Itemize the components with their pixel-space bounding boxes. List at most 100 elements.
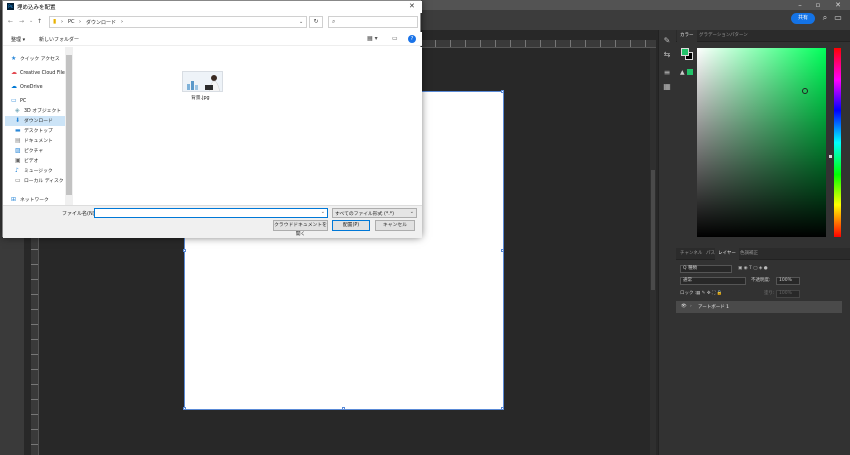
search-icon[interactable]: ⌕ [820,13,830,23]
address-dropdown-icon[interactable]: ⌄ [299,19,303,25]
layers-panel: チャンネル パス レイヤー 色調補正 Q 種類 ▣ ◉ T ▢ ◈ ● 通常 不… [676,248,850,455]
grid-icon[interactable]: ▦ [661,82,673,91]
layer-filter-select[interactable]: Q 種類 [680,265,732,273]
tab-layers[interactable]: レイヤー [715,248,739,260]
nav-downloads[interactable]: ⬇ ダウンロード [5,116,65,126]
layer-filter-icons[interactable]: ▣ ◉ T ▢ ◈ ● [738,264,768,273]
filetype-value: すべてのファイル形式 (*.*) [335,212,395,217]
download-icon: ⬇ [15,117,21,124]
help-icon[interactable]: ? [408,35,416,43]
cloud-icon: ☁ [11,69,17,76]
nav-music[interactable]: ♪ ミュージック [15,166,53,176]
disk-icon: ▭ [15,177,21,184]
preview-pane-icon[interactable]: ▭ [392,35,398,42]
blend-mode-select[interactable]: 通常 [680,277,746,285]
color-tabbar: カラー グラデーション パターン [676,30,850,42]
search-input[interactable]: ⌕ [328,16,418,28]
forward-arrow-icon[interactable]: → [19,18,24,25]
layer-row[interactable]: 👁 › アートボード 1 [676,301,842,313]
new-folder-button[interactable]: 新しいフォルダー [39,36,79,43]
place-button[interactable]: 配置(P) [332,220,370,231]
nav-documents[interactable]: ▤ ドキュメント [15,136,53,146]
video-icon: ▣ [15,157,21,164]
tab-channels[interactable]: チャンネル [677,248,705,260]
nav-3d-objects[interactable]: ◈ 3D オブジェクト [15,106,61,116]
breadcrumb-pc[interactable]: PC [68,19,75,25]
nav-videos[interactable]: ▣ ビデオ [15,156,38,166]
dialog-titlebar[interactable] [3,1,422,13]
nav-creative-cloud[interactable]: ☁ Creative Cloud Files [11,68,67,78]
transform-handle[interactable] [183,407,186,410]
transform-handle[interactable] [501,90,504,93]
nav-onedrive[interactable]: ☁ OneDrive [11,82,43,92]
opacity-label: 不透明度: [751,278,771,283]
fill-input[interactable]: 100% [776,290,800,298]
transform-handle[interactable] [501,249,504,252]
color-picker-ring[interactable] [802,88,808,94]
minimize-icon[interactable]: – [792,0,808,10]
panel-dock [658,30,676,455]
open-cloud-document-button[interactable]: クラウドドキュメントを開く [273,220,328,237]
nav-local-disk[interactable]: ▭ ローカル ディスク (C [15,176,70,186]
window-close-icon[interactable]: ✕ [830,0,846,10]
search-icon: ⌕ [332,18,336,25]
file-list[interactable] [74,47,422,205]
place-embedded-dialog: Ps 埋め込みを配置 ✕ ← → ⌄ ↑ ▮ › PC › ダウンロード › ⌄… [2,0,422,238]
nav-network[interactable]: ⊞ ネットワーク [11,195,49,205]
web-safe-swatch[interactable] [687,69,693,75]
organize-button[interactable]: 整理 ▾ [11,36,25,43]
paragraph-icon[interactable]: ≡ [661,68,673,77]
horizontal-ruler [421,40,656,48]
navigation-pane: ★ クイック アクセス ☁ Creative Cloud Files ☁ OneDri… [3,47,73,205]
transform-handle[interactable] [183,249,186,252]
hue-slider-marker[interactable] [829,155,832,158]
nav-desktop[interactable]: ▬ デスクトップ [15,126,53,136]
maximize-icon[interactable]: ▫ [810,0,826,10]
lock-icons[interactable]: ▦ ✎ ✥ ⛶ 🔒 [696,289,722,298]
fill-label: 塗り: [764,291,775,296]
onedrive-icon: ☁ [11,83,17,90]
breadcrumb-downloads[interactable]: ダウンロード [86,19,116,26]
layer-name[interactable]: アートボード 1 [698,304,729,310]
recent-chevron-icon[interactable]: ⌄ [29,18,33,24]
expand-chevron-icon[interactable]: › [690,304,692,309]
network-icon: ⊞ [11,196,17,203]
brush-icon[interactable]: ✎ [661,36,673,45]
refresh-icon[interactable]: ↻ [309,16,323,28]
filetype-select[interactable]: すべてのファイル形式 (*.*) ⌄ [332,208,417,218]
dialog-close-icon[interactable]: ✕ [409,2,415,10]
nav-quick-access[interactable]: ★ クイック アクセス [11,54,60,64]
file-thumbnail[interactable] [182,71,223,92]
transform-handle[interactable] [501,407,504,410]
adjust-icon[interactable]: ⇆ [661,50,673,59]
color-field[interactable] [697,48,826,237]
breadcrumb-separator: › [121,19,123,25]
layers-tabbar: チャンネル パス レイヤー 色調補正 [676,248,850,260]
up-arrow-icon[interactable]: ↑ [37,18,42,25]
star-icon: ★ [11,55,17,62]
dialog-title: 埋め込みを配置 [17,5,56,11]
transform-handle[interactable] [342,407,345,410]
nav-pc[interactable]: ▭ PC [11,96,26,106]
tab-pattern[interactable]: パターン [727,30,751,42]
canvas-scroll-thumb[interactable] [651,170,655,290]
filetype-chevron-icon: ⌄ [409,209,414,215]
share-button[interactable]: 共有 [791,13,815,24]
back-arrow-icon[interactable]: ← [8,18,13,25]
nav-scroll-thumb[interactable] [66,55,72,195]
opacity-input[interactable]: 100% [776,277,800,285]
filename-input[interactable]: ⌄ [94,208,328,218]
view-options-icon[interactable]: ▦ ▾ [367,35,378,42]
visibility-eye-icon[interactable]: 👁 [681,304,687,309]
tab-color[interactable]: カラー [677,30,697,42]
nav-pictures[interactable]: ▨ ピクチャ [15,146,43,156]
foreground-color-swatch[interactable] [681,48,689,56]
filename-dropdown-icon[interactable]: ⌄ [321,209,325,215]
hue-slider[interactable] [834,48,841,237]
workspace-icon[interactable]: ▭ [833,13,843,23]
address-bar[interactable]: ▮ › PC › ダウンロード › ⌄ [49,16,307,28]
file-name[interactable]: 背景.jpg [191,94,210,101]
cube-icon: ◈ [15,107,20,114]
cancel-button[interactable]: キャンセル [375,220,415,231]
tab-adjustments[interactable]: 色調補正 [737,248,761,260]
